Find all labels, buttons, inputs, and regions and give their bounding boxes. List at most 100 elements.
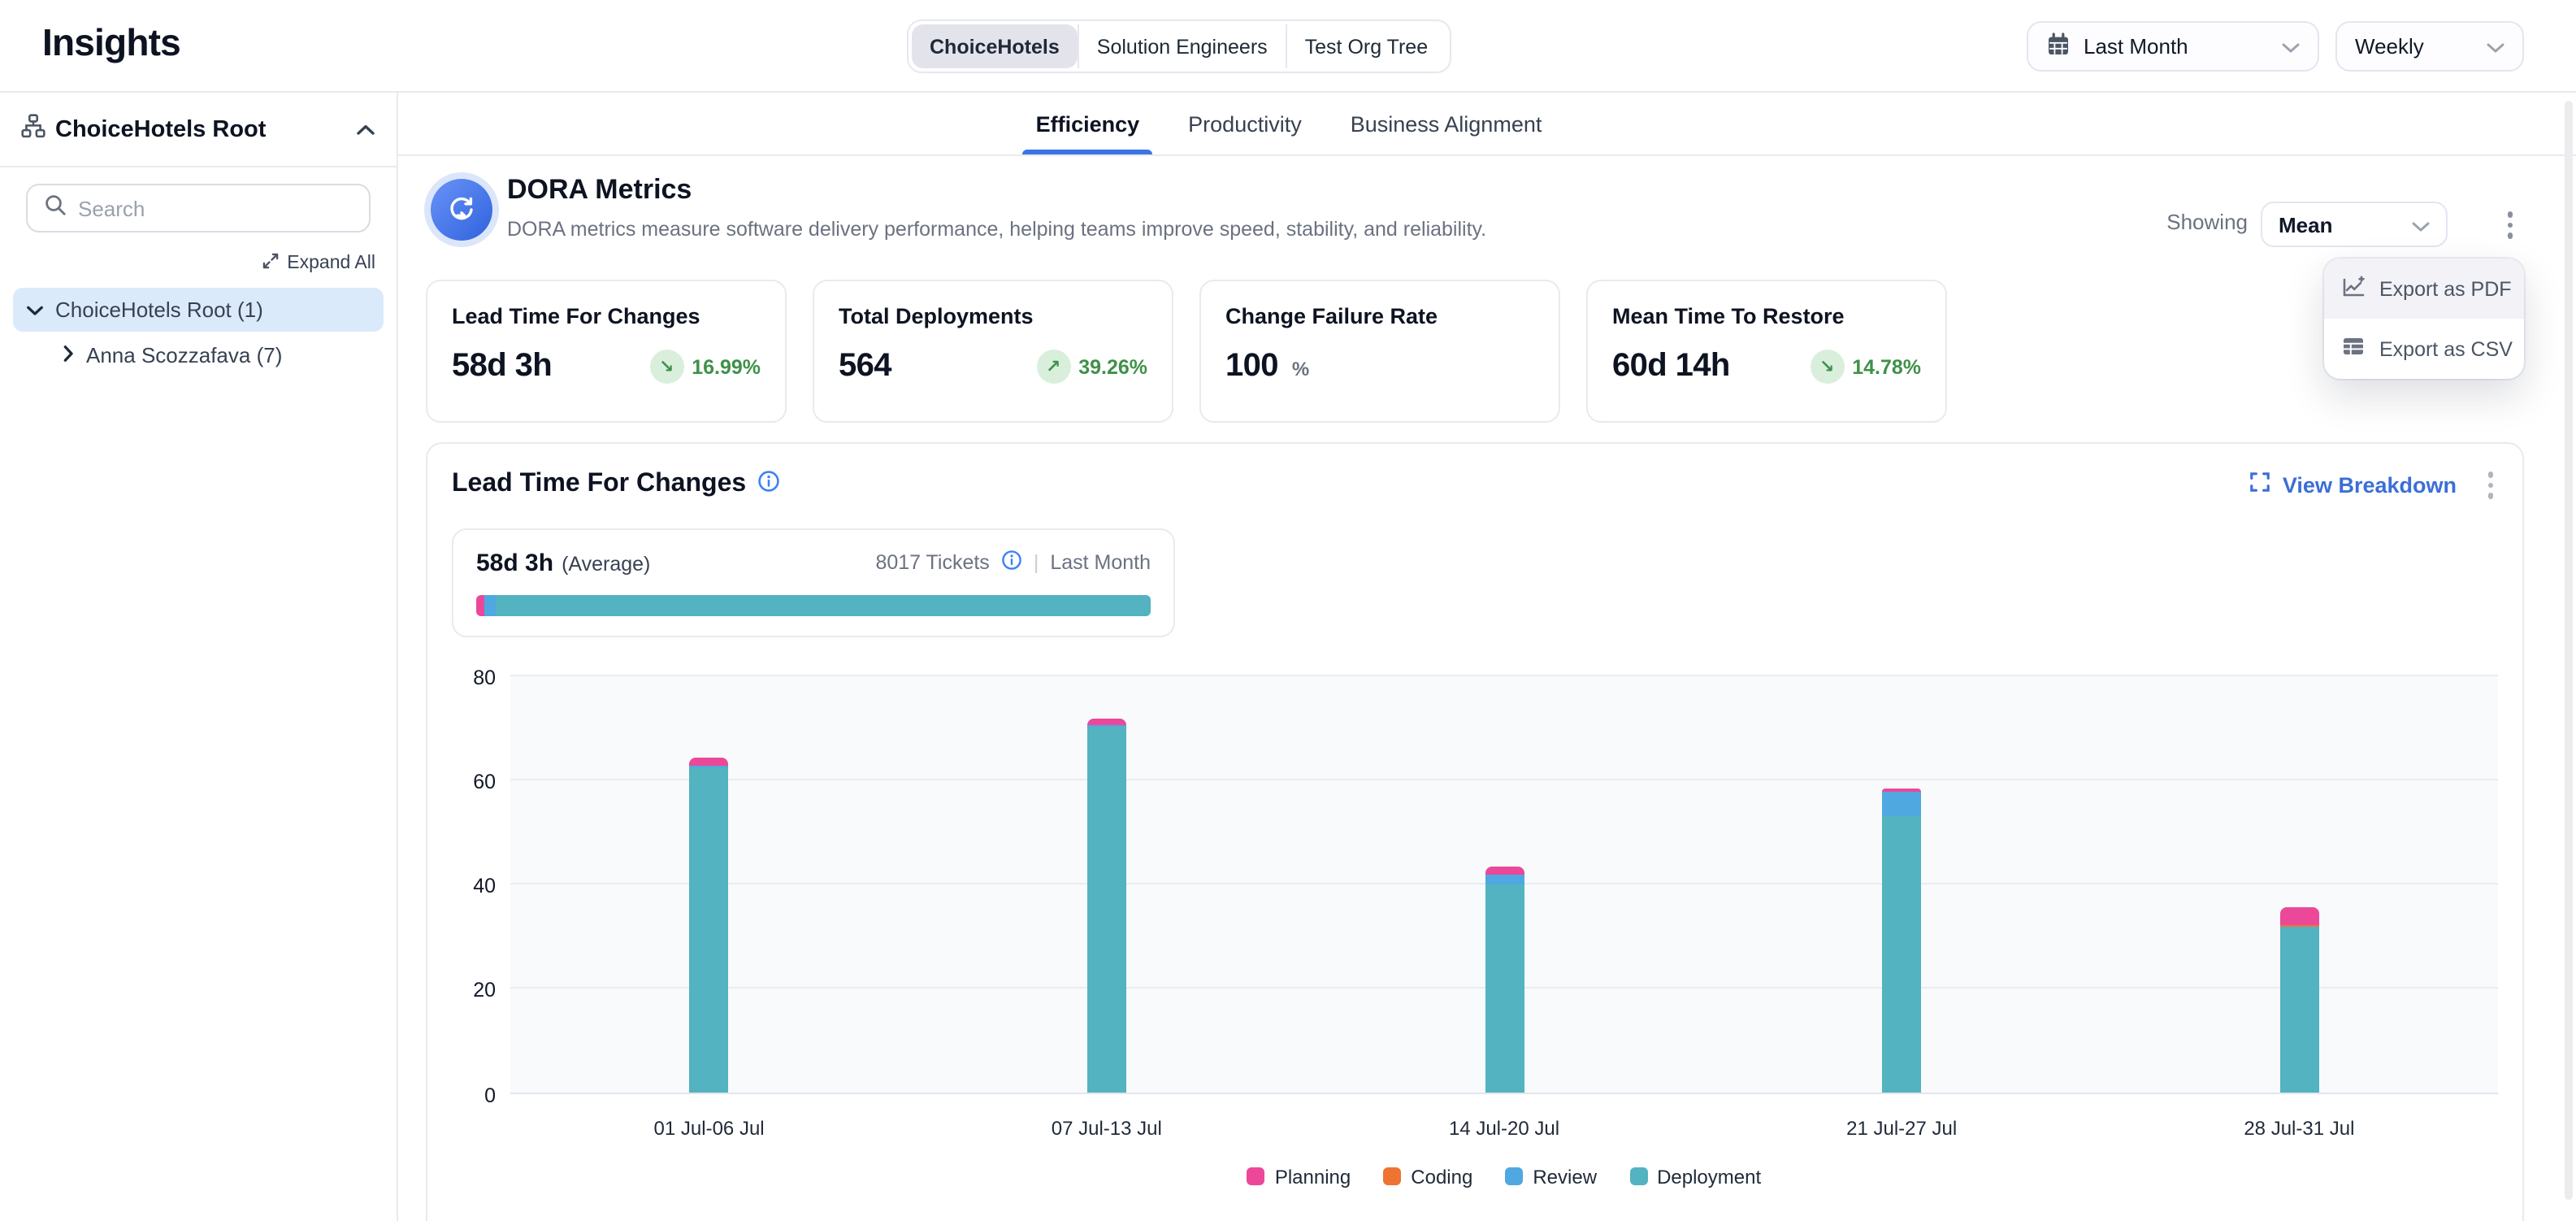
showing-mean-select[interactable]: Mean <box>2261 202 2448 247</box>
bar-segment-deployment <box>2279 928 2318 1092</box>
card-mean-time-to-restore[interactable]: Mean Time To Restore 60d 14h ↘ 14.78% <box>1586 280 1947 423</box>
main-tabbar: Efficiency Productivity Business Alignme… <box>398 93 2576 156</box>
bar-segment-deployment <box>690 767 729 1092</box>
legend-label: Planning <box>1275 1165 1351 1188</box>
expand-all-button[interactable]: Expand All <box>261 252 375 275</box>
date-range-dropdown[interactable]: Last Month <box>2027 21 2319 72</box>
granularity-value: Weekly <box>2355 34 2424 59</box>
dora-kebab-menu-button[interactable] <box>2502 206 2517 243</box>
y-axis: 020406080 <box>452 676 496 1093</box>
view-breakdown-button[interactable]: View Breakdown <box>2250 472 2457 498</box>
card-lead-time-for-changes[interactable]: Lead Time For Changes 58d 3h ↘ 16.99% <box>426 280 787 423</box>
legend-item-coding[interactable]: Coding <box>1383 1165 1472 1188</box>
card-value: 564 <box>839 348 891 385</box>
card-value: 60d 14h <box>1612 348 1730 385</box>
menu-item-export-csv[interactable]: Export as CSV <box>2324 319 2524 379</box>
info-icon[interactable] <box>757 470 780 501</box>
delta-value: 16.99% <box>692 355 761 378</box>
legend-label: Deployment <box>1657 1165 1761 1188</box>
trend-up-icon: ↗ <box>1036 350 1070 384</box>
org-tab-test-org-tree[interactable]: Test Org Tree <box>1286 24 1446 68</box>
tree-item-label: ChoiceHotels Root (1) <box>55 298 263 322</box>
org-tab-choicehotels[interactable]: ChoiceHotels <box>912 24 1078 68</box>
export-menu: Export as PDF Export as CSV <box>2324 259 2524 379</box>
panel-kebab-menu-button[interactable] <box>2483 467 2498 503</box>
meta-divider: | <box>1034 551 1039 574</box>
card-total-deployments[interactable]: Total Deployments 564 ↗ 39.26% <box>813 280 1173 423</box>
lead-time-panel: Lead Time For Changes View Breakdown <box>426 442 2524 1221</box>
vertical-scrollbar[interactable] <box>2565 101 2573 1200</box>
delta-value: 14.78% <box>1852 355 1921 378</box>
progress-bar <box>476 594 1151 615</box>
bar-week-3[interactable] <box>1485 867 1524 1092</box>
dora-subtitle: DORA metrics measure software delivery p… <box>507 218 1486 241</box>
bar-week-4[interactable] <box>1882 789 1921 1092</box>
tree-item-label: Anna Scozzafava (7) <box>86 343 282 367</box>
dora-cycle-icon <box>431 179 492 241</box>
granularity-dropdown[interactable]: Weekly <box>2335 21 2524 72</box>
sidebar-search[interactable] <box>26 184 371 232</box>
legend-item-planning[interactable]: Planning <box>1247 1165 1351 1188</box>
chart-line-icon <box>2342 275 2365 302</box>
card-value: 100 <box>1225 348 1278 384</box>
expand-all-icon <box>261 252 279 275</box>
calendar-icon <box>2046 32 2071 61</box>
delta-value: 39.26% <box>1078 355 1147 378</box>
chevron-down-icon <box>2487 34 2504 59</box>
content-area: DORA Metrics DORA metrics measure softwa… <box>426 156 2524 1221</box>
x-tick-label: 01 Jul-06 Jul <box>654 1116 765 1139</box>
dora-title: DORA Metrics <box>507 174 692 206</box>
menu-item-label: Export as PDF <box>2379 277 2512 300</box>
chevron-up-icon[interactable] <box>356 115 375 145</box>
trend-down-icon: ↘ <box>1810 350 1844 384</box>
showing-label: Showing <box>2166 210 2248 234</box>
chevron-down-icon <box>2282 34 2300 59</box>
legend-item-deployment[interactable]: Deployment <box>1629 1165 1761 1188</box>
legend-swatch <box>1247 1167 1265 1185</box>
org-chart-icon <box>21 114 46 146</box>
lead-time-chart: 020406080 01 Jul-06 Jul07 Jul-13 Jul14 J… <box>452 676 2498 1188</box>
x-axis: 01 Jul-06 Jul07 Jul-13 Jul14 Jul-20 Jul2… <box>510 1116 2498 1142</box>
date-range-value: Last Month <box>2084 34 2188 59</box>
card-value-suffix: % <box>1292 358 1309 380</box>
tree-item-root[interactable]: ChoiceHotels Root (1) <box>13 288 384 332</box>
bar-segment-deployment <box>1087 728 1126 1092</box>
search-icon <box>44 193 67 224</box>
x-tick-label: 21 Jul-27 Jul <box>1846 1116 1957 1139</box>
delta-badge: ↘ 14.78% <box>1810 350 1921 384</box>
sidebar-header[interactable]: ChoiceHotels Root <box>0 109 397 151</box>
gridline <box>510 674 2498 676</box>
chevron-down-icon[interactable] <box>26 298 44 322</box>
menu-item-export-pdf[interactable]: Export as PDF <box>2324 259 2524 319</box>
card-change-failure-rate[interactable]: Change Failure Rate 100 % <box>1199 280 1560 423</box>
y-tick-label: 80 <box>473 666 496 689</box>
tree-item-anna-scozzafava[interactable]: Anna Scozzafava (7) <box>13 333 384 377</box>
tab-business-alignment[interactable]: Business Alignment <box>1351 112 1542 154</box>
legend-label: Review <box>1533 1165 1597 1188</box>
tab-efficiency[interactable]: Efficiency <box>1036 112 1140 154</box>
bar-segment-planning <box>690 758 729 766</box>
expand-icon <box>2250 472 2271 498</box>
gridline <box>510 1092 2498 1093</box>
top-header: Insights ChoiceHotels Solution Engineers… <box>0 0 2576 93</box>
tab-productivity[interactable]: Productivity <box>1188 112 1302 154</box>
trend-down-icon: ↘ <box>649 350 683 384</box>
average-label: (Average) <box>562 552 650 575</box>
search-input[interactable] <box>78 196 353 220</box>
chart-legend: Planning Coding Review Deployment <box>510 1165 2498 1188</box>
info-icon[interactable] <box>1001 550 1022 576</box>
y-tick-label: 40 <box>473 875 496 897</box>
main-area: Efficiency Productivity Business Alignme… <box>398 93 2576 1221</box>
org-tab-group: ChoiceHotels Solution Engineers Test Org… <box>907 20 1451 73</box>
chevron-down-icon <box>2412 212 2430 237</box>
chevron-right-icon[interactable] <box>62 343 75 367</box>
table-icon <box>2342 335 2365 363</box>
org-tab-solution-engineers[interactable]: Solution Engineers <box>1078 24 1286 68</box>
legend-item-review[interactable]: Review <box>1505 1165 1597 1188</box>
progress-segment-review <box>484 594 495 615</box>
card-title: Lead Time For Changes <box>452 304 761 328</box>
bar-week-1[interactable] <box>690 758 729 1092</box>
bar-week-2[interactable] <box>1087 719 1126 1092</box>
tickets-count: 8017 Tickets <box>875 551 989 574</box>
bar-week-5[interactable] <box>2279 907 2318 1092</box>
